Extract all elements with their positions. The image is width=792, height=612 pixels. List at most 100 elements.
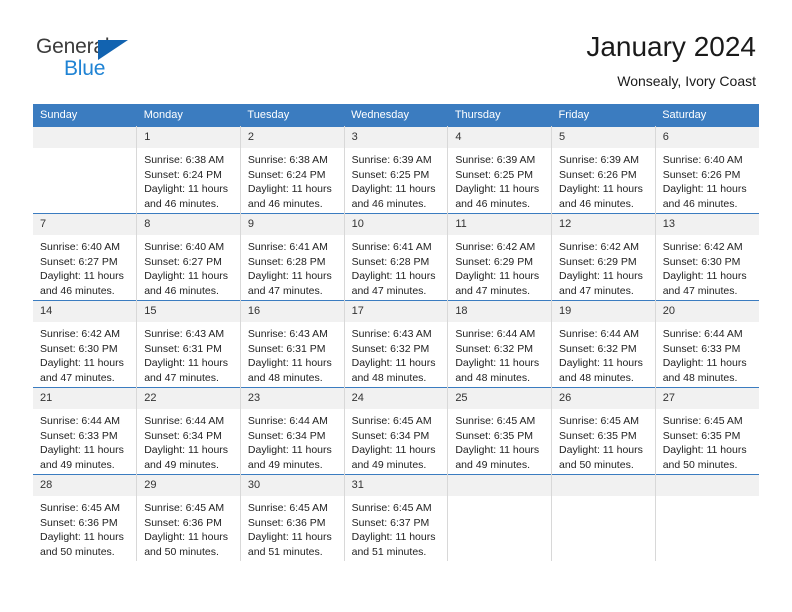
daylight-text-line1: Daylight: 11 hours [144,444,229,456]
calendar-day-cell[interactable]: 11 Sunrise: 6:42 AM Sunset: 6:29 PM Dayligh… [447,213,553,301]
calendar-day-cell[interactable]: 27 Sunrise: 6:45 AM Sunset: 6:35 PM Dayligh… [654,387,759,475]
daylight-text-line1: Daylight: 11 hours [247,270,332,282]
day-details: Sunrise: 6:42 AM Sunset: 6:30 PM Daylight:… [656,235,759,298]
sunrise-text: Sunrise: 6:43 AM [144,328,225,340]
calendar-day-cell[interactable]: 23 Sunrise: 6:44 AM Sunset: 6:34 PM Dayligh… [239,387,345,475]
day-number: 2 [240,127,344,148]
day-details: Sunrise: 6:45 AM Sunset: 6:34 PM Daylight:… [345,409,448,472]
page-subtitle: Wonsealy, Ivory Coast [617,73,756,89]
day-number: 29 [137,475,240,496]
calendar-day-cell[interactable]: 31 Sunrise: 6:45 AM Sunset: 6:37 PM Dayligh… [343,474,449,561]
day-details: Sunrise: 6:44 AM Sunset: 6:34 PM Daylight:… [241,409,344,472]
daylight-text-line2: and 48 minutes. [662,371,738,384]
daylight-text-line2: and 51 minutes. [351,545,427,558]
calendar-page: General Blue January 2024 Wonsealy, Ivor… [0,0,792,612]
day-number: 25 [448,388,552,409]
calendar-day-cell[interactable]: 22 Sunrise: 6:44 AM Sunset: 6:34 PM Dayligh… [136,387,241,475]
calendar-day-cell[interactable]: 30 Sunrise: 6:45 AM Sunset: 6:36 PM Dayligh… [239,474,345,561]
daylight-text-line2: and 48 minutes. [559,371,634,384]
page-header: General Blue January 2024 Wonsealy, Ivor… [0,0,792,100]
calendar-day-cell[interactable]: 17 Sunrise: 6:43 AM Sunset: 6:32 PM Dayligh… [343,300,449,388]
daylight-text-line2: and 51 minutes. [247,545,323,558]
calendar-day-cell[interactable]: 9 Sunrise: 6:41 AM Sunset: 6:28 PM Daylight… [239,213,345,301]
calendar-day-cell[interactable]: 19 Sunrise: 6:44 AM Sunset: 6:32 PM Dayligh… [551,300,656,388]
sunset-text: Sunset: 6:35 PM [455,429,533,442]
day-details: Sunrise: 6:44 AM Sunset: 6:32 PM Daylight:… [448,322,551,385]
day-number: 13 [655,214,759,235]
sunset-text: Sunset: 6:32 PM [351,342,430,355]
daylight-text-line1: Daylight: 11 hours [662,183,747,195]
calendar-day-cell[interactable]: 1 Sunrise: 6:38 AM Sunset: 6:24 PM Daylight… [136,126,241,214]
calendar-day-cell[interactable]: 4 Sunrise: 6:39 AM Sunset: 6:25 PM Daylight… [447,126,553,214]
daylight-text-line1: Daylight: 11 hours [662,357,747,369]
calendar-week-row: 7 Sunrise: 6:40 AM Sunset: 6:27 PM Daylight… [33,213,759,301]
day-details: Sunrise: 6:40 AM Sunset: 6:27 PM Daylight:… [137,235,240,298]
calendar-day-cell[interactable]: 5 Sunrise: 6:39 AM Sunset: 6:26 PM Daylight… [551,126,656,214]
calendar-day-cell[interactable]: 24 Sunrise: 6:45 AM Sunset: 6:34 PM Dayligh… [343,387,449,475]
daylight-text-line2: and 46 minutes. [247,197,323,210]
sunrise-text: Sunrise: 6:45 AM [455,415,536,427]
calendar-day-cell[interactable]: 3 Sunrise: 6:39 AM Sunset: 6:25 PM Daylight… [343,126,449,214]
calendar-day-cell[interactable]: 6 Sunrise: 6:40 AM Sunset: 6:26 PM Daylight… [654,126,759,214]
day-number: 18 [448,301,552,322]
calendar-day-cell[interactable]: 21 Sunrise: 6:44 AM Sunset: 6:33 PM Dayligh… [33,387,138,475]
daylight-text-line2: and 47 minutes. [351,284,427,297]
calendar-day-cell[interactable]: 29 Sunrise: 6:45 AM Sunset: 6:36 PM Dayligh… [136,474,241,561]
calendar-day-cell[interactable]: 12 Sunrise: 6:42 AM Sunset: 6:29 PM Dayligh… [551,213,656,301]
day-number: 9 [240,214,344,235]
calendar-body: 1 Sunrise: 6:38 AM Sunset: 6:24 PM Daylight… [33,126,759,561]
day-number: 27 [655,388,759,409]
calendar-day-cell[interactable]: 18 Sunrise: 6:44 AM Sunset: 6:32 PM Dayligh… [447,300,553,388]
sunrise-text: Sunrise: 6:44 AM [559,328,639,340]
sunrise-text: Sunrise: 6:45 AM [40,502,120,514]
daylight-text-line2: and 49 minutes. [351,458,427,471]
daylight-text-line2: and 47 minutes. [40,371,115,384]
calendar-day-cell[interactable]: 14 Sunrise: 6:42 AM Sunset: 6:30 PM Dayligh… [33,300,138,388]
day-details: Sunrise: 6:45 AM Sunset: 6:36 PM Daylight:… [241,496,344,559]
sunset-text: Sunset: 6:26 PM [662,168,741,181]
sunrise-text: Sunrise: 6:45 AM [144,502,225,514]
weekday-header-tuesday: Tuesday [240,104,345,127]
calendar-day-cell[interactable]: 20 Sunrise: 6:44 AM Sunset: 6:33 PM Dayligh… [654,300,759,388]
calendar-day-cell[interactable]: 15 Sunrise: 6:43 AM Sunset: 6:31 PM Dayligh… [136,300,241,388]
calendar-day-cell[interactable]: 25 Sunrise: 6:45 AM Sunset: 6:35 PM Dayligh… [447,387,553,475]
day-details: Sunrise: 6:44 AM Sunset: 6:34 PM Daylight:… [137,409,240,472]
weekday-header-wednesday: Wednesday [344,104,448,127]
daylight-text-line1: Daylight: 11 hours [559,183,643,195]
day-number: 22 [137,388,240,409]
daylight-text-line2: and 49 minutes. [247,458,323,471]
calendar-cell-empty [33,126,138,214]
day-number: 8 [137,214,240,235]
calendar-day-cell[interactable]: 10 Sunrise: 6:41 AM Sunset: 6:28 PM Dayligh… [343,213,449,301]
sunset-text: Sunset: 6:33 PM [40,429,118,442]
calendar-week-row: 1 Sunrise: 6:38 AM Sunset: 6:24 PM Daylight… [33,126,759,214]
calendar-day-cell[interactable]: 7 Sunrise: 6:40 AM Sunset: 6:27 PM Daylight… [33,213,138,301]
sunrise-text: Sunrise: 6:38 AM [247,154,328,166]
calendar-cell-empty [551,474,656,561]
day-number: 12 [552,214,655,235]
day-number: 6 [655,127,759,148]
day-details: Sunrise: 6:39 AM Sunset: 6:25 PM Daylight:… [345,148,448,211]
daylight-text-line2: and 49 minutes. [40,458,115,471]
calendar-day-cell[interactable]: 16 Sunrise: 6:43 AM Sunset: 6:31 PM Dayligh… [239,300,345,388]
title-block: January 2024 Wonsealy, Ivory Coast [586,30,756,90]
calendar-day-cell[interactable]: 26 Sunrise: 6:45 AM Sunset: 6:35 PM Dayligh… [551,387,656,475]
sunset-text: Sunset: 6:34 PM [144,429,222,442]
sunset-text: Sunset: 6:37 PM [351,516,430,529]
daylight-text-line1: Daylight: 11 hours [40,270,124,282]
daylight-text-line1: Daylight: 11 hours [247,183,332,195]
sunset-text: Sunset: 6:35 PM [662,429,741,442]
calendar-day-cell[interactable]: 2 Sunrise: 6:38 AM Sunset: 6:24 PM Daylight… [239,126,345,214]
daylight-text-line2: and 50 minutes. [662,458,738,471]
calendar-day-cell[interactable]: 8 Sunrise: 6:40 AM Sunset: 6:27 PM Daylight… [136,213,241,301]
day-details: Sunrise: 6:45 AM Sunset: 6:35 PM Daylight:… [552,409,655,472]
day-details: Sunrise: 6:41 AM Sunset: 6:28 PM Daylight:… [345,235,448,298]
day-number: 17 [344,301,448,322]
generalblue-logo[interactable]: General Blue [36,35,166,87]
daylight-text-line1: Daylight: 11 hours [144,531,229,543]
sunrise-text: Sunrise: 6:44 AM [455,328,536,340]
calendar-day-cell[interactable]: 13 Sunrise: 6:42 AM Sunset: 6:30 PM Dayligh… [654,213,759,301]
calendar-day-cell[interactable]: 28 Sunrise: 6:45 AM Sunset: 6:36 PM Dayligh… [33,474,138,561]
daylight-text-line1: Daylight: 11 hours [247,444,332,456]
daylight-text-line2: and 49 minutes. [144,458,219,471]
